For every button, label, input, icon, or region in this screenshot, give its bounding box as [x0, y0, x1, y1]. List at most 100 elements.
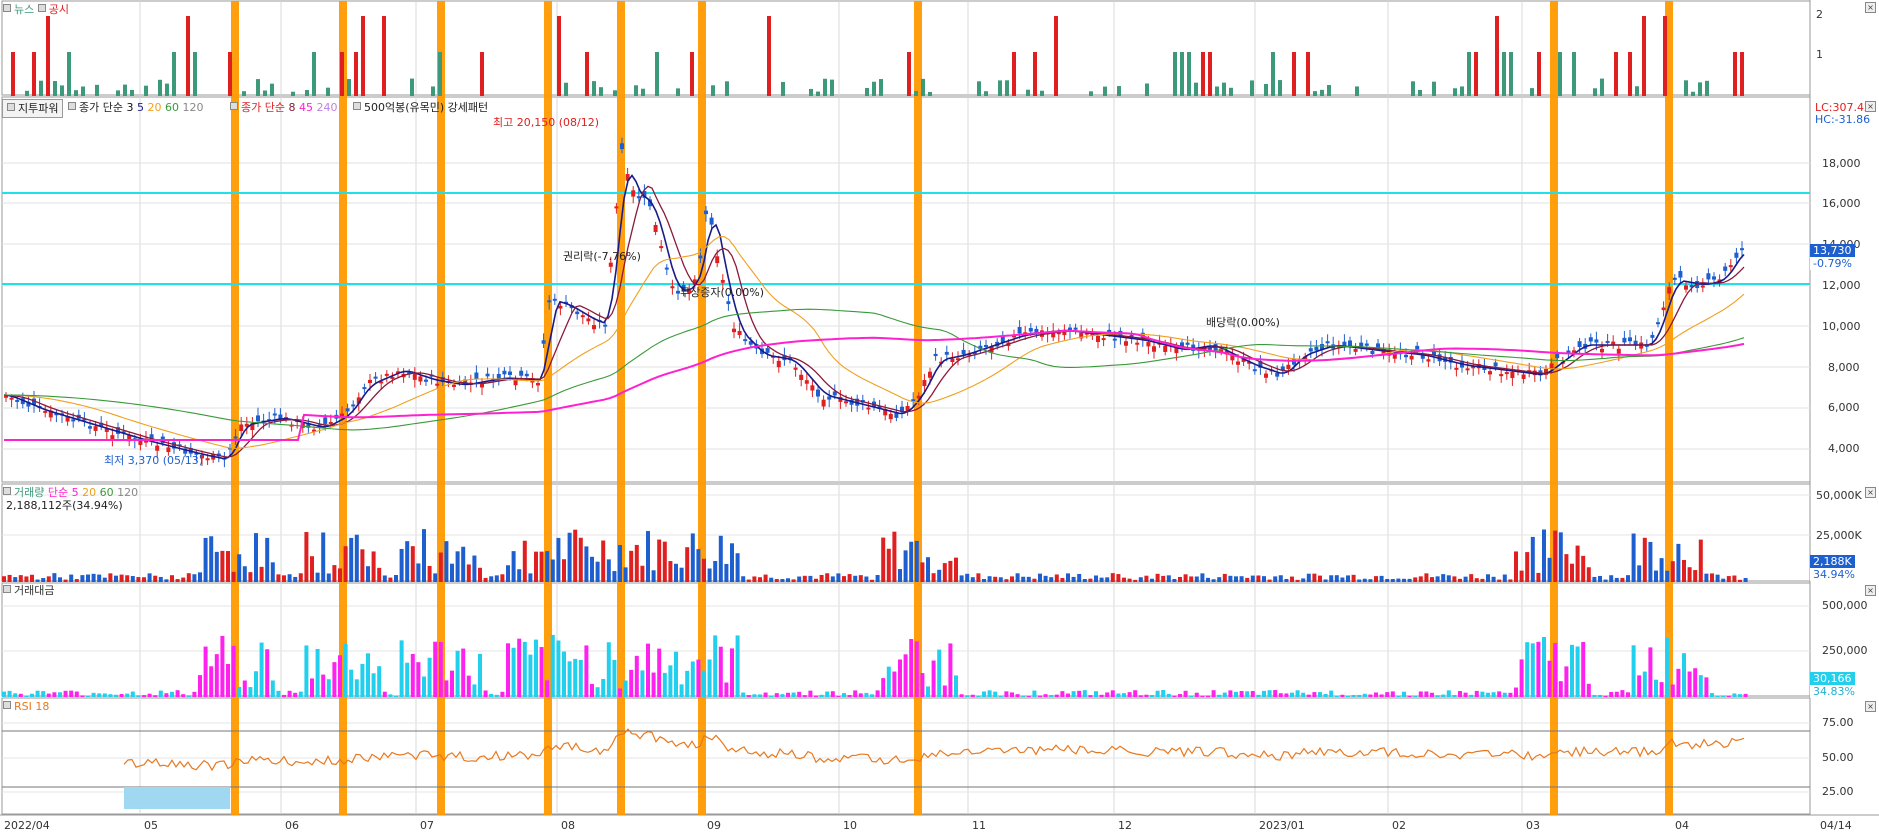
candle-body: [9, 397, 14, 400]
volume-bar: [438, 552, 443, 582]
volume-bar: [993, 576, 998, 582]
price-y-tick: 4,000: [1828, 442, 1860, 455]
volume-bar: [1077, 573, 1082, 582]
candle-body: [1392, 354, 1397, 359]
indicator-button[interactable]: 지투파워: [2, 99, 64, 118]
volume-bar: [86, 574, 90, 582]
panel-close-icon[interactable]: ×: [1865, 487, 1876, 498]
panel-toggle-icon: [230, 102, 238, 110]
chart-canvas[interactable]: [0, 0, 1879, 835]
volume-bar: [1026, 576, 1031, 582]
volume-bar: [1586, 567, 1591, 582]
amount-bar: [1049, 695, 1054, 697]
candle-body: [1152, 346, 1156, 352]
candle-body: [603, 324, 608, 327]
volume-bar: [147, 573, 152, 582]
amount-bar: [483, 690, 488, 697]
rsi-panel-title: RSI 18: [3, 700, 49, 713]
volume-bar: [1407, 578, 1412, 582]
amount-bar: [578, 659, 583, 697]
ma-legend[interactable]: 종가 단순 3 5 20 60 120: [68, 101, 203, 114]
amount-bar: [478, 653, 482, 697]
panel-close-icon[interactable]: ×: [1865, 2, 1876, 13]
volume-bar: [735, 553, 740, 582]
news-bar: [676, 88, 680, 96]
volume-bar: [483, 577, 488, 582]
volume-bar: [97, 574, 102, 582]
volume-bar: [259, 566, 264, 582]
amount-bar: [847, 695, 852, 697]
volume-bar: [276, 574, 281, 582]
panel-toggle-icon[interactable]: [3, 701, 11, 709]
news-bar: [165, 83, 169, 96]
candle-body: [1017, 327, 1022, 334]
volume-bar: [1670, 561, 1675, 582]
volume-bar: [679, 567, 684, 582]
panel-toggle-icon[interactable]: [3, 487, 11, 495]
volume-bar: [1458, 578, 1462, 582]
panel-close-icon[interactable]: ×: [1865, 101, 1876, 112]
amount-bar: [125, 693, 130, 697]
amount-bar: [1127, 692, 1132, 697]
amount-bar: [1082, 690, 1087, 697]
news-bar: [1005, 80, 1009, 96]
amount-bar: [556, 640, 561, 697]
panel-toggle-icon[interactable]: [37, 4, 46, 12]
volume-bar: [181, 577, 186, 582]
amount-bar: [1172, 695, 1177, 697]
news-bar: [1201, 52, 1205, 96]
volume-bar: [1575, 545, 1580, 582]
amount-bar: [595, 687, 600, 697]
amount-bar: [1637, 675, 1642, 697]
amount-bar: [970, 694, 975, 697]
amount-bar: [91, 692, 96, 697]
volume-bar: [142, 577, 146, 582]
volume-bar: [80, 575, 85, 582]
volume-y-tick: 50,000K: [1816, 489, 1862, 502]
ma2-legend[interactable]: 종가 단순 8 45 240: [230, 101, 337, 114]
panel-close-icon[interactable]: ×: [1865, 701, 1876, 712]
volume-bar: [1278, 575, 1283, 582]
news-bar: [116, 90, 120, 96]
panel-toggle-icon[interactable]: [3, 4, 11, 12]
news-bar: [53, 81, 57, 96]
panel-close-icon[interactable]: ×: [1865, 585, 1876, 596]
amount-panel-title: 거래대금: [3, 584, 54, 597]
volume-bar: [612, 571, 617, 582]
volume-bar: [74, 579, 79, 582]
amount-bar: [237, 686, 242, 697]
volume-bar: [125, 575, 130, 582]
volume-bar: [24, 576, 29, 582]
news-bar: [1145, 83, 1149, 96]
volume-bar: [1054, 574, 1059, 582]
candle-body: [1062, 331, 1067, 336]
volume-bar: [590, 556, 594, 582]
volume-bar: [1620, 577, 1625, 582]
candle-body: [1096, 335, 1100, 343]
volume-bar: [7, 574, 12, 582]
amount-bar: [1094, 691, 1098, 697]
amount-bar: [422, 676, 426, 697]
pattern-legend[interactable]: 500억봉(유목민) 강세패턴: [353, 101, 488, 114]
amount-bar: [1161, 690, 1166, 697]
news-bar: [228, 52, 232, 96]
volume-bar: [108, 573, 113, 582]
news-bar: [1691, 91, 1695, 96]
amount-bar: [606, 642, 611, 697]
news-bar: [1215, 86, 1219, 96]
candle-body: [1028, 327, 1033, 332]
amount-bar: [158, 690, 163, 697]
amount-bar: [674, 651, 678, 697]
volume-bar: [595, 561, 600, 582]
news-bar: [998, 80, 1002, 96]
volume-bar: [119, 574, 124, 582]
amount-bar: [881, 678, 886, 697]
panel-toggle-icon[interactable]: [3, 585, 11, 593]
volume-bar: [1502, 574, 1507, 582]
news-bar: [1292, 52, 1296, 96]
volume-bar: [1105, 577, 1110, 582]
news-bar: [25, 90, 29, 96]
volume-bar: [662, 541, 667, 582]
candle-body: [1588, 337, 1593, 342]
amount-bar: [1396, 695, 1401, 697]
